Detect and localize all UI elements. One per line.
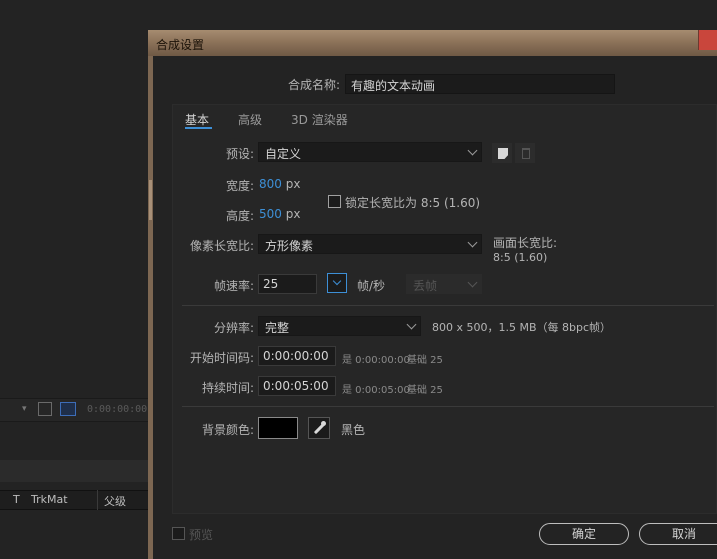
- bg-color-name: 黑色: [341, 423, 366, 437]
- drop-frame-select[interactable]: 丢帧: [406, 274, 482, 294]
- settings-panel: [172, 104, 717, 514]
- chevron-down-icon: [467, 237, 478, 248]
- start-timecode-is: 是 0:00:00:00: [342, 355, 410, 366]
- comp-name-input[interactable]: 有趣的文本动画: [345, 74, 615, 94]
- chevron-down-icon[interactable]: ▾: [22, 404, 27, 414]
- eyedropper-button[interactable]: [308, 417, 330, 439]
- height-value[interactable]: 500: [259, 207, 282, 221]
- scrollbar-thumb[interactable]: [149, 180, 152, 220]
- grid-icon[interactable]: [38, 402, 52, 416]
- width-field[interactable]: 800 px: [259, 177, 300, 191]
- duration-base: 基础 25: [407, 385, 443, 396]
- active-tab-indicator: [185, 127, 212, 129]
- close-button[interactable]: [698, 30, 717, 50]
- preview-checkbox[interactable]: [172, 527, 185, 540]
- trash-icon: [522, 148, 530, 159]
- width-unit: px: [285, 177, 301, 191]
- dialog-frame: [148, 56, 153, 559]
- bg-color-label: 背景颜色:: [201, 423, 254, 437]
- duration-is: 是 0:00:05:00: [342, 385, 410, 396]
- divider: [182, 305, 714, 306]
- duration-input[interactable]: 0:00:05:00: [258, 376, 336, 396]
- preset-label: 预设:: [225, 147, 254, 161]
- height-unit: px: [285, 207, 301, 221]
- tab-advanced[interactable]: 高级: [238, 111, 262, 128]
- start-timecode-label: 开始时间码:: [189, 351, 254, 365]
- resolution-value: 完整: [265, 321, 290, 335]
- column-trkmat[interactable]: TrkMat: [31, 493, 68, 506]
- chevron-down-icon: [406, 319, 417, 330]
- height-label: 高度:: [225, 209, 254, 223]
- save-preset-button[interactable]: [492, 143, 512, 163]
- chevron-down-icon: [467, 277, 478, 288]
- column-t[interactable]: T: [13, 493, 20, 506]
- region-icon[interactable]: [60, 402, 76, 416]
- tab-3d-renderer[interactable]: 3D 渲染器: [291, 111, 348, 128]
- frame-aspect-label: 画面长宽比:: [493, 236, 558, 250]
- preview-label: 预览: [189, 528, 214, 542]
- tab-basic[interactable]: 基本: [185, 111, 209, 128]
- pixel-aspect-label: 像素长宽比:: [189, 239, 254, 253]
- frame-rate-dropdown-button[interactable]: [327, 273, 347, 293]
- column-parent[interactable]: 父级: [104, 493, 126, 509]
- resolution-label: 分辨率:: [213, 321, 254, 335]
- divider: [182, 406, 714, 407]
- dialog-titlebar[interactable]: [148, 30, 717, 56]
- frame-rate-input[interactable]: 25: [258, 274, 317, 294]
- timeline-row: [0, 460, 150, 482]
- save-preset-icon: [498, 148, 508, 159]
- lock-aspect-checkbox[interactable]: [328, 195, 341, 208]
- comp-name-label: 合成名称:: [287, 78, 340, 92]
- chevron-down-icon: [332, 276, 342, 286]
- duration-label: 持续时间:: [201, 381, 254, 395]
- dialog-title: 合成设置: [156, 38, 205, 52]
- frame-aspect-value: 8:5 (1.60): [493, 251, 548, 264]
- height-field[interactable]: 500 px: [259, 207, 300, 221]
- cancel-button[interactable]: 取消: [639, 523, 717, 545]
- preset-value: 自定义: [265, 147, 302, 161]
- resolution-info: 800 x 500，1.5 MB（每 8bpc帧）: [432, 321, 612, 334]
- timeline-column-headers: [0, 490, 150, 510]
- column-divider: [97, 490, 98, 510]
- delete-preset-button[interactable]: [515, 143, 535, 163]
- start-timecode-base: 基础 25: [407, 355, 443, 366]
- lock-aspect-label: 锁定长宽比为 8:5 (1.60): [345, 196, 481, 210]
- start-timecode-input[interactable]: 0:00:00:00: [258, 346, 336, 366]
- frame-rate-unit: 帧/秒: [357, 279, 386, 293]
- frame-rate-label: 帧速率:: [213, 279, 254, 293]
- bg-color-swatch[interactable]: [258, 417, 298, 439]
- resolution-select[interactable]: 完整: [258, 316, 421, 336]
- pixel-aspect-select[interactable]: 方形像素: [258, 234, 482, 254]
- chevron-down-icon: [467, 145, 478, 156]
- pixel-aspect-value: 方形像素: [265, 239, 314, 253]
- drop-frame-value: 丢帧: [413, 279, 438, 293]
- width-value[interactable]: 800: [259, 177, 282, 191]
- ok-button[interactable]: 确定: [539, 523, 629, 545]
- width-label: 宽度:: [225, 179, 254, 193]
- preset-select[interactable]: 自定义: [258, 142, 482, 162]
- timeline-timecode[interactable]: 0:00:00:00: [87, 404, 147, 415]
